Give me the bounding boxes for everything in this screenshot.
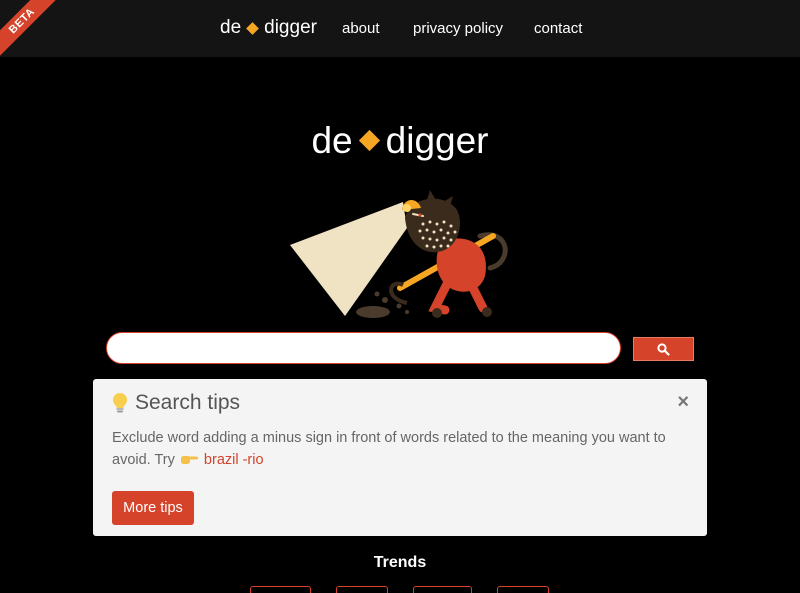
trends-heading: Trends (373, 554, 427, 571)
more-tips-button[interactable]: More tips (112, 491, 194, 525)
lightbulb-icon (113, 393, 127, 413)
hero-logo-left: de (311, 120, 353, 161)
tips-header: Search tips (111, 391, 240, 415)
nav-link-contact[interactable]: contact (534, 20, 582, 37)
tips-example-link[interactable]: brazil -rio (204, 452, 264, 468)
top-navbar: BETA de digger about privacy policy cont… (0, 0, 800, 63)
beta-ribbon: BETA (0, 0, 64, 63)
trend-chip[interactable] (497, 586, 549, 593)
search-icon (657, 342, 670, 356)
brand-text-left: de (220, 17, 242, 38)
pointing-hand-icon (180, 456, 198, 464)
hero-logo-right: digger (385, 120, 489, 161)
search-button[interactable] (633, 337, 694, 361)
diamond-icon (246, 21, 260, 35)
nav-link-privacy-policy[interactable]: privacy policy (413, 20, 503, 37)
trend-chip[interactable] (336, 586, 388, 593)
trend-chip[interactable] (250, 586, 311, 593)
nav-brand-logo[interactable]: de digger (220, 17, 317, 39)
nav-link-about[interactable]: about (342, 20, 380, 37)
search-input[interactable] (106, 332, 621, 364)
search-tips-panel: Search tips × Exclude word adding a minu… (93, 379, 707, 536)
brand-text-right: digger (264, 17, 317, 38)
dirt-pile (356, 306, 390, 318)
flashlight-beam (290, 202, 407, 316)
hero-logo: de digger (0, 120, 800, 162)
close-icon[interactable]: × (677, 391, 689, 414)
tips-title: Search tips (135, 391, 241, 414)
tips-body: Exclude word adding a minus sign in fron… (112, 427, 682, 471)
digger-mascot-illustration (290, 190, 508, 318)
trend-chip[interactable] (413, 586, 472, 593)
diamond-icon (358, 129, 380, 151)
